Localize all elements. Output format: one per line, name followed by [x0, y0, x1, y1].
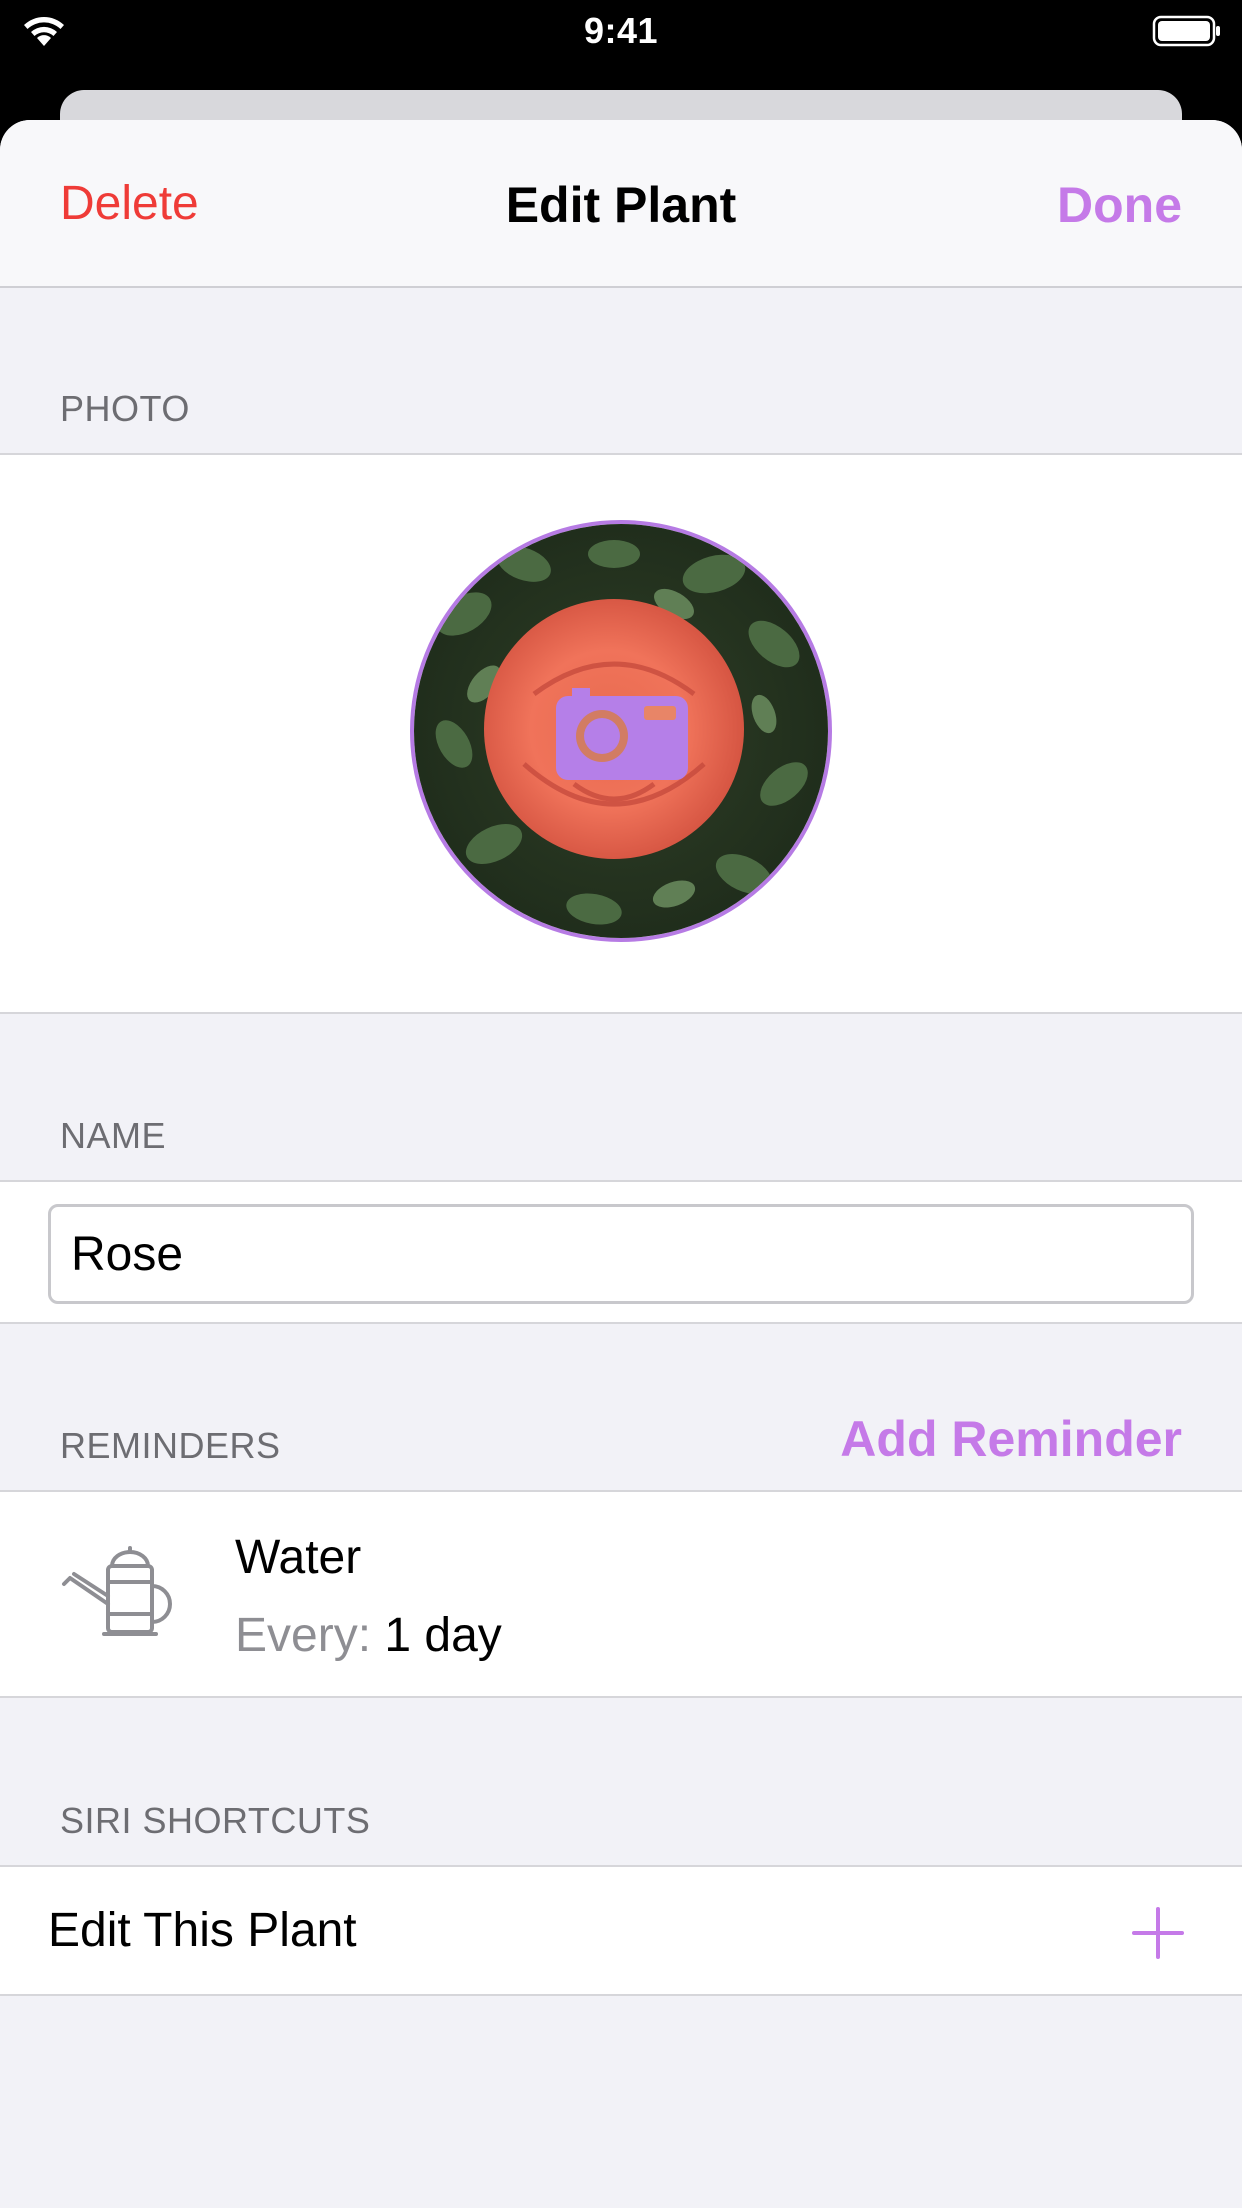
reminder-frequency: Every: 1 day	[235, 1608, 502, 1663]
section-header-siri-shortcuts: SIRI SHORTCUTS	[60, 1800, 371, 1841]
edit-plant-sheet: Delete Edit Plant Done PHOTO NAME Rose R…	[0, 120, 1242, 2208]
section-header-name: NAME	[60, 1115, 167, 1156]
name-group	[0, 1180, 1242, 1324]
name-field[interactable]	[48, 1204, 1194, 1304]
navigation-bar: Delete Edit Plant Done	[0, 120, 1242, 288]
screen: 9:41 Delete Edit Plant Done PHOTO NAME R…	[0, 0, 1242, 2208]
every-value: 1 day	[384, 1609, 502, 1662]
section-header-reminders: REMINDERS	[60, 1425, 281, 1466]
camera-icon	[556, 688, 688, 780]
add-reminder-button[interactable]: Add Reminder	[840, 1410, 1182, 1468]
every-label: Every:	[235, 1609, 372, 1662]
status-time: 9:41	[583, 10, 659, 51]
section-header-photo: PHOTO	[60, 388, 190, 429]
reminder-title: Water	[235, 1531, 362, 1584]
battery-icon	[1152, 15, 1220, 47]
siri-shortcut-row[interactable]: Edit This Plant	[0, 1865, 1242, 1996]
status-bar: 9:41	[0, 0, 1242, 62]
shortcut-label: Edit This Plant	[48, 1904, 357, 1957]
reminder-row[interactable]: Water Every: 1 day	[0, 1490, 1242, 1698]
page-title: Edit Plant	[505, 177, 737, 233]
plus-icon[interactable]	[1132, 1907, 1184, 1959]
plant-photo-button[interactable]	[410, 520, 832, 942]
done-button[interactable]: Done	[1057, 176, 1182, 234]
watering-can-icon	[62, 1546, 172, 1636]
